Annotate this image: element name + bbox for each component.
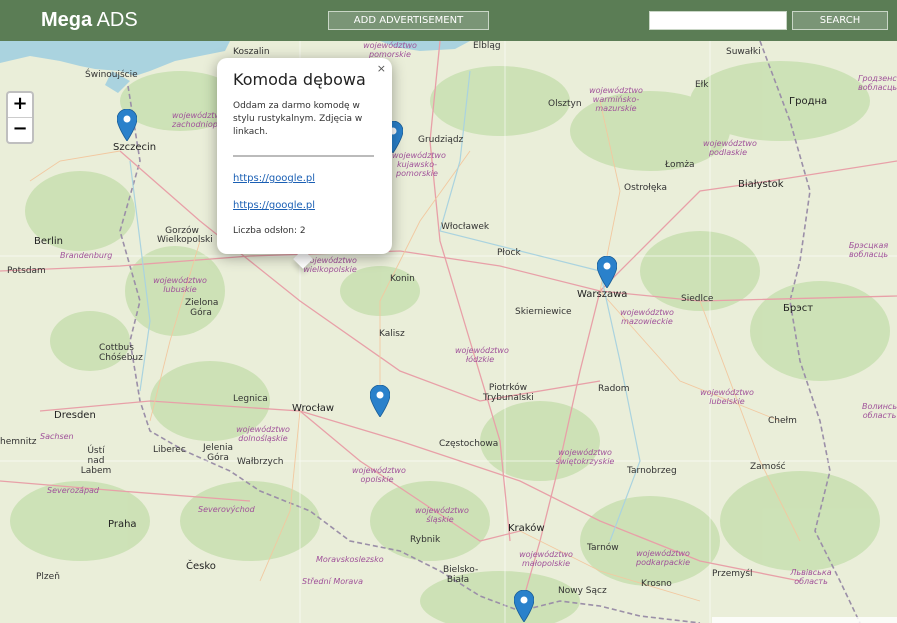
city-label: Chełm (768, 416, 797, 426)
popup-link-2[interactable]: https://google.pl (233, 200, 315, 211)
zoom-out-button[interactable]: − (8, 118, 32, 142)
city-label: Legnica (233, 394, 268, 404)
city-label: Jelenia Góra (203, 443, 233, 463)
city-label: Łomża (665, 160, 695, 170)
city-label: Bielsko-Biała (443, 565, 479, 585)
city-label: Wrocław (292, 403, 335, 414)
city-label: Potsdam (7, 266, 46, 276)
brand-light: ADS (96, 9, 138, 31)
popup-description: Oddam za darmo komodę w stylu rustykalny… (233, 101, 363, 137)
zoom-in-button[interactable]: + (8, 93, 32, 118)
map-attribution (712, 617, 897, 623)
zoom-control: + − (6, 91, 34, 144)
map-marker-icon[interactable] (117, 109, 137, 141)
city-label: Ústí nad Labem (80, 446, 112, 476)
region-label: województwo łódzkie (455, 346, 509, 364)
city-label: Siedlce (681, 294, 714, 304)
popup-view-count: Liczba odsłon: 2 (233, 226, 306, 236)
region-label: Гродзенская вобласць (858, 74, 897, 92)
city-label: Szczecin (113, 142, 157, 153)
map-view[interactable]: Koszalin Elbląg Suwałki Świnoujście Szcz… (0, 41, 897, 623)
city-label: Praha (108, 519, 137, 530)
city-label: Kalisz (379, 329, 405, 339)
city-label: Gorzów Wielkopolski (157, 226, 213, 245)
popup-divider (233, 155, 374, 157)
city-label: Płock (497, 248, 521, 258)
city-label: Elbląg (473, 41, 501, 51)
city-label: hemnitz (0, 437, 37, 447)
map-marker-icon[interactable] (370, 385, 390, 417)
brand-bold: Mega (41, 9, 93, 31)
popup-title: Komoda dębowa (233, 70, 366, 89)
region-label: województwo mazowieckie (620, 308, 674, 326)
search-input[interactable] (649, 11, 787, 30)
add-advertisement-button[interactable]: ADD ADVERTISEMENT (328, 11, 489, 30)
city-label: Koszalin (233, 47, 270, 57)
region-label: województwo lubuskie (153, 276, 207, 294)
region-label: województwo warmińsko-mazurskie (589, 86, 643, 113)
city-label: Wałbrzych (237, 457, 284, 467)
city-label: Grudziądz (418, 135, 464, 145)
city-label: Гродна (789, 96, 828, 107)
city-label: Świnoujście (85, 70, 138, 80)
city-label: Skierniewice (515, 307, 572, 317)
city-label: Nowy Sącz (558, 586, 607, 596)
region-label: województwo zachodniopomorskie (172, 111, 255, 129)
region-label: województwo lubelskie (700, 388, 754, 406)
map-marker-icon[interactable] (514, 590, 534, 622)
region-label: województwo małopolskie (519, 550, 573, 568)
region-label: Moravskoslezsko (316, 555, 384, 564)
region-label: województwo dolnośląskie (236, 425, 290, 443)
city-label: Przemyśl (712, 569, 753, 579)
city-label: Plzeň (36, 572, 60, 582)
city-label: Tarnów (587, 543, 619, 553)
map-marker-icon[interactable] (597, 256, 617, 288)
city-label: Suwałki (726, 47, 761, 57)
brand-logo[interactable]: Mega ADS (41, 9, 138, 32)
city-label: Kraków (508, 523, 545, 534)
region-label: Волинська область (862, 402, 897, 420)
city-label: Częstochowa (439, 439, 499, 449)
city-label: Cottbus Chóśebuz (99, 343, 143, 363)
city-label: Radom (598, 384, 630, 394)
region-label: Брэсцкая вобласць (848, 241, 889, 259)
city-label: Tarnobrzeg (627, 466, 677, 476)
city-label: Česko (186, 561, 216, 572)
region-label: województwo podkarpackie (635, 549, 691, 567)
city-label: Dresden (54, 410, 96, 421)
city-label: Włocławek (441, 222, 490, 232)
popup-link-1[interactable]: https://google.pl (233, 173, 315, 184)
city-label: Zamość (750, 462, 786, 472)
city-label: Piotrków Trybunalski (483, 383, 534, 403)
city-label: Berlin (34, 236, 64, 247)
city-label: Liberec (153, 445, 186, 455)
region-label: Severozápad (47, 486, 99, 495)
region-label: Sachsen (40, 432, 74, 441)
region-label: Severovýchod (198, 505, 255, 514)
city-label: Rybnik (410, 535, 441, 545)
region-label: województwo podlaskie (703, 139, 757, 157)
city-label: Olsztyn (548, 99, 582, 109)
region-label: Львівська область (790, 568, 832, 586)
city-label: Ostrołęka (624, 183, 667, 193)
search-button[interactable]: SEARCH (792, 11, 888, 30)
app-header: Mega ADS ADD ADVERTISEMENT SEARCH (0, 0, 897, 41)
region-label: województwo opolskie (352, 466, 406, 484)
region-label: województwo kujawsko-pomorskie (392, 151, 446, 178)
region-label: Brandenburg (60, 251, 113, 260)
region-label: Střední Morava (302, 577, 363, 586)
city-label: Konin (390, 274, 415, 284)
city-label: Брэст (783, 303, 814, 314)
popup-close-button[interactable]: × (377, 62, 386, 75)
region-label: województwo pomorskie (363, 41, 417, 59)
city-label: Białystok (738, 179, 784, 190)
ad-popup: × Komoda dębowa Oddam za darmo komodę w … (217, 58, 392, 254)
city-label: Warszawa (577, 289, 628, 300)
region-label: województwo śląskie (415, 506, 469, 524)
city-label: Zielona Góra (185, 298, 219, 318)
city-label: Ełk (695, 80, 709, 90)
city-label: Krosno (641, 579, 672, 589)
region-label: województwo świętokrzyskie (555, 448, 615, 466)
